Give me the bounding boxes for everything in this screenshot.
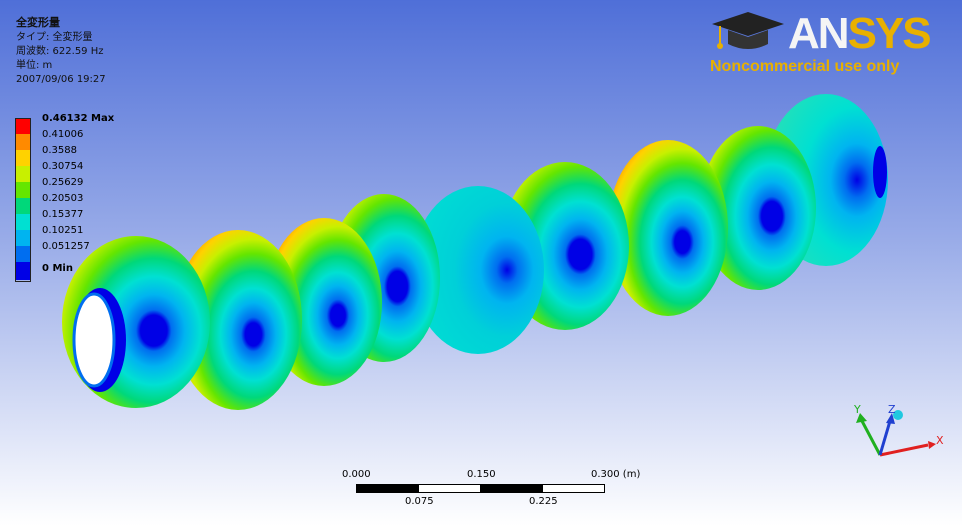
mesh-segment [62,236,210,408]
x-axis-head [928,441,936,449]
scale-label: 0.150 [467,469,496,480]
graphics-viewport[interactable]: 全変形量 タイプ: 全変形量 周波数: 622.59 Hz 単位: m 2007… [0,0,962,526]
scale-label: 0.000 [342,469,371,480]
scale-segment [356,484,419,493]
deformed-model[interactable] [0,0,962,526]
z-axis-label: Z [888,403,896,416]
scale-bar: 0.000 0.150 0.300 (m) 0.075 0.225 [340,466,640,516]
y-axis-label: Y [853,403,861,416]
scale-label: 0.225 [529,496,558,507]
z-axis-arrow [878,420,892,456]
scale-label: 0.300 (m) [591,469,641,480]
y-axis-arrow [860,420,882,456]
x-axis-arrow [879,443,929,457]
scale-segment [542,484,605,493]
x-axis-label: X [936,434,944,447]
coordinate-triad[interactable]: X Y Z [840,395,950,465]
scale-label: 0.075 [405,496,434,507]
scale-segment [418,484,481,493]
scale-segment [480,484,543,493]
